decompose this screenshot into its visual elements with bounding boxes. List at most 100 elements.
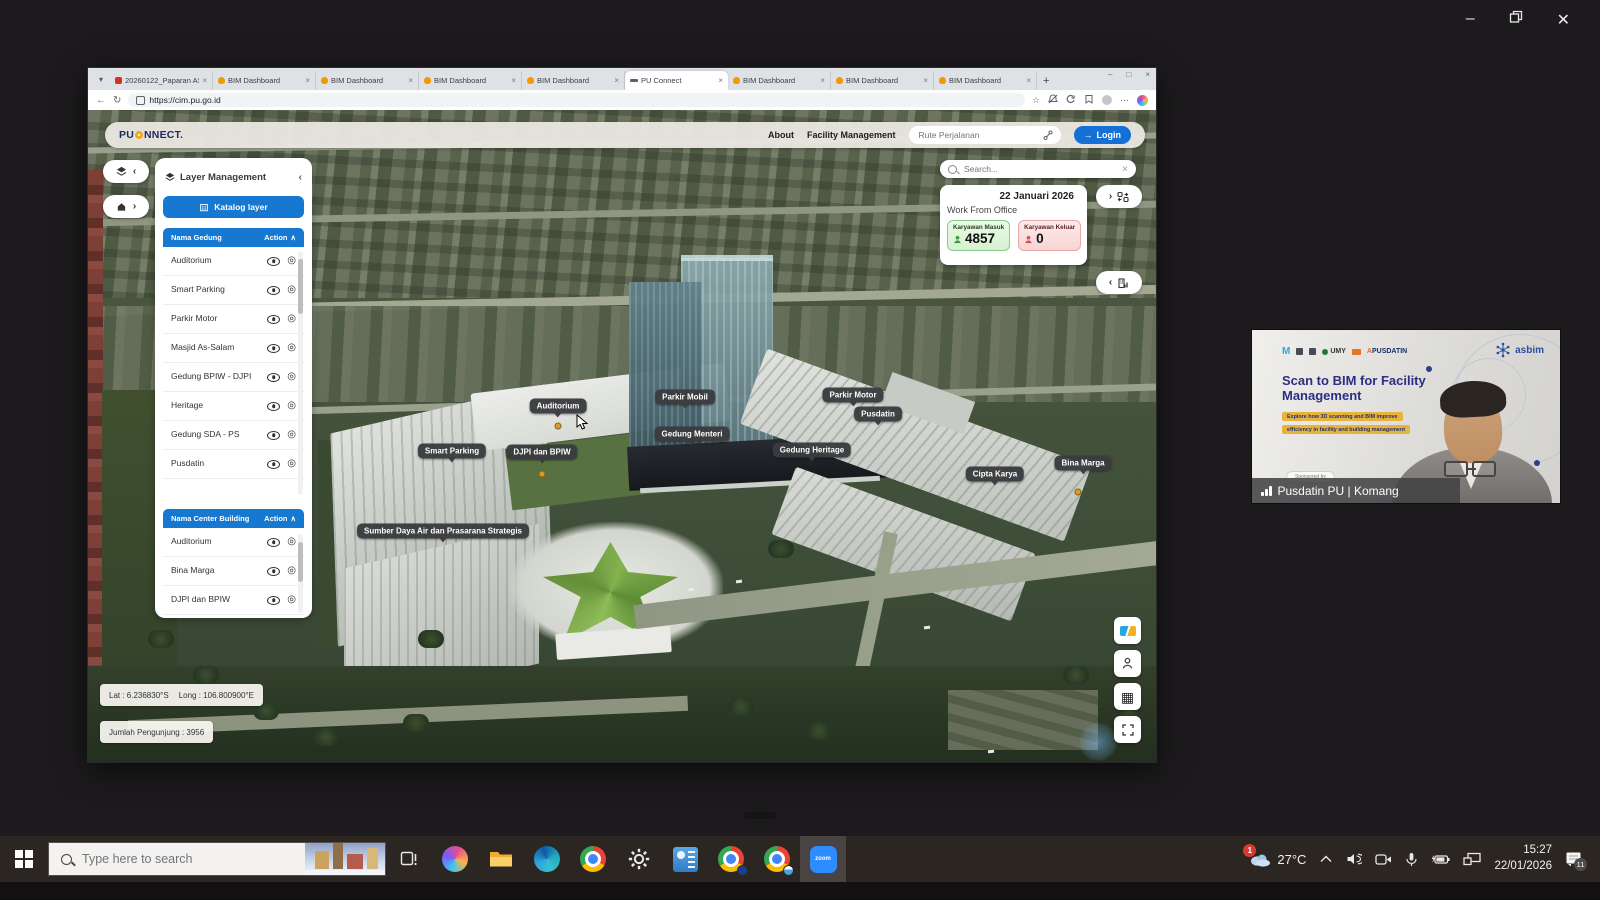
browser-tab[interactable]: BIM Dashboard× — [934, 71, 1037, 90]
back-icon[interactable]: ← — [96, 95, 106, 106]
visibility-eye-icon[interactable] — [267, 460, 280, 469]
katalog-layer-button[interactable]: Katalog layer — [163, 196, 304, 218]
section-header-nama-gedung[interactable]: Nama Gedung Action∧ — [163, 228, 304, 247]
chrome-profile3-button[interactable] — [754, 836, 800, 882]
profile-avatar-icon[interactable] — [1102, 95, 1112, 105]
street-view-button[interactable] — [1114, 650, 1141, 677]
zoom-app-button[interactable]: zoom — [800, 836, 846, 882]
section-header-nama-center-building[interactable]: Nama Center Building Action∧ — [163, 509, 304, 528]
visibility-eye-icon[interactable] — [267, 596, 280, 605]
zoom-to-target-icon[interactable]: ◎ — [287, 285, 296, 295]
building-row[interactable]: Parkir Motor◎ — [163, 305, 304, 334]
building-map-label[interactable]: Gedung Heritage — [773, 443, 851, 458]
tab-close-icon[interactable]: × — [820, 76, 825, 85]
zoom-to-target-icon[interactable]: ◎ — [287, 537, 296, 547]
zoom-to-target-icon[interactable]: ◎ — [287, 372, 296, 382]
route-search-field[interactable] — [909, 126, 1061, 144]
employees-panel-toggle[interactable]: › — [1096, 185, 1142, 208]
zoom-to-target-icon[interactable]: ◎ — [287, 595, 296, 605]
bookmark-star-icon[interactable]: ☆ — [1032, 95, 1040, 106]
visibility-eye-icon[interactable] — [267, 257, 280, 266]
scrollbar[interactable] — [298, 534, 303, 613]
building-stats-toggle[interactable]: ‹ — [1096, 271, 1142, 294]
tab-close-icon[interactable]: × — [923, 76, 928, 85]
home-toggle-pill[interactable]: › — [103, 195, 149, 218]
start-button[interactable] — [0, 850, 48, 868]
camera-icon[interactable] — [1375, 853, 1392, 866]
nav-facility-management-link[interactable]: Facility Management — [807, 130, 896, 140]
visibility-eye-icon[interactable] — [267, 402, 280, 411]
tab-close-icon[interactable]: × — [718, 76, 723, 85]
building-map-label[interactable]: Parkir Motor — [822, 388, 883, 403]
building-row[interactable]: Heritage◎ — [163, 392, 304, 421]
building-map-label[interactable]: Gedung Menteri — [655, 427, 730, 442]
building-map-label[interactable]: DJPI dan BPIW — [506, 445, 577, 460]
reload-icon[interactable]: ↻ — [113, 95, 121, 106]
building-row[interactable]: DJPI dan BPIW◎ — [163, 586, 304, 615]
collections-icon[interactable] — [1084, 94, 1094, 106]
building-map-label[interactable]: Sumber Daya Air dan Prasarana Strategis — [357, 524, 529, 539]
building-map-label[interactable]: Pusdatin — [854, 407, 902, 422]
file-explorer-button[interactable] — [478, 836, 524, 882]
notifications-off-icon[interactable] — [1048, 94, 1058, 106]
visibility-eye-icon[interactable] — [267, 373, 280, 382]
minimize-window-icon[interactable]: – — [1466, 10, 1475, 30]
browser-tab[interactable]: BIM Dashboard× — [213, 71, 316, 90]
chrome-profile2-button[interactable] — [708, 836, 754, 882]
route-input[interactable] — [917, 129, 1038, 141]
layers-toggle-pill[interactable]: ‹ — [103, 160, 149, 183]
map-search-field[interactable]: × — [940, 160, 1136, 178]
tab-close-icon[interactable]: × — [408, 76, 413, 85]
browser-tab[interactable]: BIM Dashboard× — [316, 71, 419, 90]
zoom-to-target-icon[interactable]: ◎ — [287, 401, 296, 411]
building-row[interactable]: Pusdatin◎ — [163, 450, 304, 479]
browser-close-icon[interactable]: × — [1145, 70, 1150, 79]
bim-layer-button[interactable] — [1114, 617, 1141, 644]
task-view-button[interactable] — [386, 836, 432, 882]
volume-icon[interactable] — [1346, 852, 1362, 866]
edge-button[interactable] — [524, 836, 570, 882]
browser-tab[interactable]: BIM Dashboard× — [522, 71, 625, 90]
new-tab-button[interactable]: + — [1043, 75, 1049, 87]
clear-search-icon[interactable]: × — [1122, 164, 1128, 175]
login-button[interactable]: → Login — [1074, 126, 1132, 144]
nav-about-link[interactable]: About — [768, 130, 794, 140]
visibility-eye-icon[interactable] — [267, 538, 280, 547]
url-bar[interactable]: https://cim.pu.go.id — [128, 93, 1025, 107]
scrollbar[interactable] — [298, 251, 303, 495]
map-marker-dot[interactable] — [1075, 489, 1082, 496]
map-search-input[interactable] — [962, 163, 1117, 175]
zoom-toolbar-minimized[interactable] — [744, 812, 776, 819]
settings-button[interactable] — [616, 836, 662, 882]
browser-maximize-icon[interactable]: □ — [1126, 70, 1131, 79]
visibility-eye-icon[interactable] — [267, 286, 280, 295]
microphone-icon[interactable] — [1405, 852, 1418, 867]
tab-close-icon[interactable]: × — [1026, 76, 1031, 85]
tab-search-icon[interactable]: ▾ — [94, 72, 108, 86]
browser-tab[interactable]: 20260122_Paparan ASBIM_S× — [110, 71, 213, 90]
close-window-icon[interactable]: ✕ — [1557, 10, 1570, 30]
browser-tab[interactable]: BIM Dashboard× — [831, 71, 934, 90]
zoom-to-target-icon[interactable]: ◎ — [287, 314, 296, 324]
browser-extension-orb-icon[interactable] — [1137, 95, 1148, 106]
display-network-icon[interactable] — [1463, 852, 1481, 866]
building-row[interactable]: Masjid As-Salam◎ — [163, 334, 304, 363]
building-map-label[interactable]: Bina Marga — [1054, 456, 1111, 471]
fullscreen-button[interactable] — [1114, 716, 1141, 743]
browser-tab[interactable]: BIM Dashboard× — [728, 71, 831, 90]
tray-chevron-up-icon[interactable] — [1319, 853, 1333, 865]
search-highlight-image[interactable] — [305, 843, 385, 875]
copilot-button[interactable] — [432, 836, 478, 882]
visibility-eye-icon[interactable] — [267, 344, 280, 353]
building-row[interactable]: Auditorium◎ — [163, 247, 304, 276]
pu-connect-logo[interactable]: PU NNECT. — [119, 129, 183, 141]
battery-icon[interactable] — [1431, 853, 1450, 866]
taskbar-search-box[interactable] — [48, 842, 386, 876]
weather-widget[interactable]: 1 27°C — [1249, 851, 1306, 867]
more-menu-icon[interactable]: ⋯ — [1120, 95, 1129, 106]
building-row[interactable]: Bina Marga◎ — [163, 557, 304, 586]
building-map-label[interactable]: Smart Parking — [418, 444, 486, 459]
building-map-label[interactable]: Cipta Karya — [966, 467, 1024, 482]
browser-tab[interactable]: BIM Dashboard× — [419, 71, 522, 90]
translate-icon[interactable] — [1066, 94, 1076, 106]
